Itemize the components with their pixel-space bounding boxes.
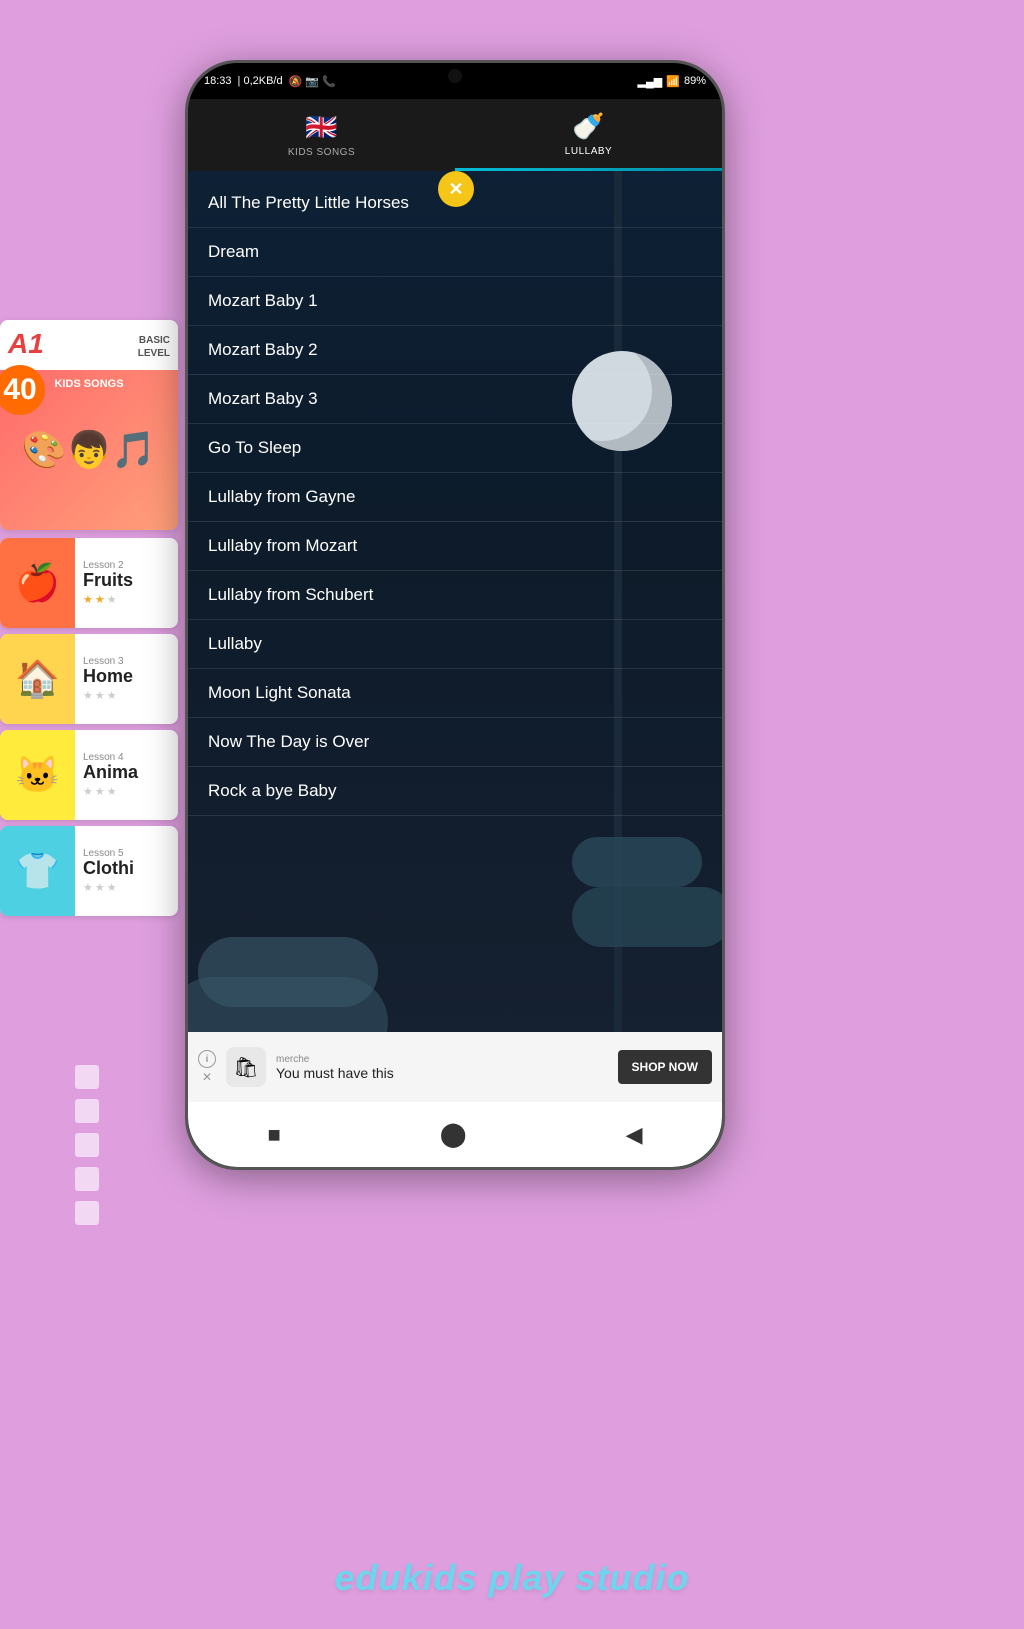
lesson-stars-home: ★ ★ ★: [83, 689, 170, 702]
branding-text: edukids play studio: [0, 1557, 1024, 1599]
phone-frame: 18:33 | 0,2KB/d 🔕 📷 📞 ▂▄▆ 📶 89% 🇬🇧 KIDS …: [185, 60, 725, 1170]
ad-brand-icon: 🛍: [226, 1047, 266, 1087]
song-item-8[interactable]: Lullaby from Schubert: [188, 571, 722, 620]
a1-image-area: 40 KIDS SONGS 🎨👦🎵: [0, 370, 178, 530]
ad-text: merche You must have this: [276, 1054, 608, 1081]
star-3: ★: [107, 785, 117, 798]
star-2: ★: [95, 593, 105, 606]
star-1: ★: [83, 785, 93, 798]
bottom-nav: ■ ⬤ ◀: [188, 1102, 722, 1167]
lesson-stars-clothing: ★ ★ ★: [83, 881, 170, 894]
lesson-info-clothing: Lesson 5 Clothi ★ ★ ★: [75, 842, 178, 900]
close-button[interactable]: ✕: [438, 171, 474, 207]
status-left: 18:33 | 0,2KB/d 🔕 📷 📞: [204, 75, 336, 88]
song-list[interactable]: All The Pretty Little Horses Dream Mozar…: [188, 171, 722, 1067]
kids-songs-icon: 🇬🇧: [305, 112, 337, 143]
song-item-6[interactable]: Lullaby from Gayne: [188, 473, 722, 522]
battery: 89%: [684, 75, 706, 87]
song-item-1[interactable]: Dream: [188, 228, 722, 277]
star-3: ★: [107, 689, 117, 702]
star-3: ★: [107, 881, 117, 894]
lesson-info-fruits: Lesson 2 Fruits ★ ★ ★: [75, 554, 178, 612]
dot-2: [75, 1099, 99, 1123]
a1-level-card[interactable]: A1 BASIC LEVEL 40 KIDS SONGS 🎨👦🎵: [0, 320, 178, 530]
cloud-1: [572, 837, 702, 887]
nav-square-button[interactable]: ■: [267, 1122, 280, 1148]
star-1: ★: [83, 689, 93, 702]
phone-screen: 18:33 | 0,2KB/d 🔕 📷 📞 ▂▄▆ 📶 89% 🇬🇧 KIDS …: [188, 63, 722, 1167]
wifi-icon: 📶: [666, 75, 680, 88]
dot-1: [75, 1065, 99, 1089]
song-item-9[interactable]: Lullaby: [188, 620, 722, 669]
ad-close-icon[interactable]: ✕: [202, 1070, 212, 1084]
lesson-thumb-clothing: 👕: [0, 826, 75, 916]
lesson-card-clothing[interactable]: 👕 Lesson 5 Clothi ★ ★ ★: [0, 826, 178, 916]
song-item-10[interactable]: Moon Light Sonata: [188, 669, 722, 718]
song-item-4[interactable]: Mozart Baby 3: [188, 375, 722, 424]
sidebar: A1 BASIC LEVEL 40 KIDS SONGS 🎨👦🎵 🍎 Lesso…: [0, 320, 178, 922]
ad-bar: i ✕ 🛍 merche You must have this SHOP NOW: [188, 1032, 722, 1102]
status-right: ▂▄▆ 📶 89%: [638, 75, 706, 88]
ad-brand: merche: [276, 1054, 608, 1065]
lesson-card-fruits[interactable]: 🍎 Lesson 2 Fruits ★ ★ ★: [0, 538, 178, 628]
song-list-content: All The Pretty Little Horses Dream Mozar…: [188, 171, 722, 816]
star-2: ★: [95, 881, 105, 894]
tab-lullaby[interactable]: 🍼 LULLABY: [455, 99, 722, 171]
basic-label: BASIC: [138, 334, 170, 347]
signal-bars: ▂▄▆: [638, 75, 663, 88]
dot-3: [75, 1133, 99, 1157]
star-3: ★: [107, 593, 117, 606]
camera-notch: [448, 69, 462, 83]
lesson-thumb-animals: 🐱: [0, 730, 75, 820]
song-item-7[interactable]: Lullaby from Mozart: [188, 522, 722, 571]
lesson-info-animals: Lesson 4 Anima ★ ★ ★: [75, 746, 178, 804]
lesson-card-animals[interactable]: 🐱 Lesson 4 Anima ★ ★ ★: [0, 730, 178, 820]
star-1: ★: [83, 881, 93, 894]
dot-indicators: [75, 1065, 99, 1225]
nav-back-button[interactable]: ◀: [626, 1122, 643, 1148]
lesson-title-home: Home: [83, 667, 170, 687]
song-item-3[interactable]: Mozart Baby 2: [188, 326, 722, 375]
level-label: LEVEL: [138, 347, 170, 360]
cartoon-figures: 🎨👦🎵: [22, 429, 156, 471]
lesson-info-home: Lesson 3 Home ★ ★ ★: [75, 650, 178, 708]
lullaby-icon: 🍼: [572, 111, 604, 142]
lesson-title-animals: Anima: [83, 763, 170, 783]
lesson-title-clothing: Clothi: [83, 859, 170, 879]
tab-kids-songs[interactable]: 🇬🇧 KIDS SONGS: [188, 99, 455, 171]
shop-now-button[interactable]: SHOP NOW: [618, 1050, 712, 1084]
kids-songs-label: KIDS SONGS: [54, 378, 123, 390]
song-item-12[interactable]: Rock a bye Baby: [188, 767, 722, 816]
level-text: BASIC LEVEL: [138, 334, 170, 360]
ad-tagline: You must have this: [276, 1065, 608, 1081]
tab-bar: 🇬🇧 KIDS SONGS 🍼 LULLABY: [188, 99, 722, 171]
ad-info-icon[interactable]: i: [198, 1050, 216, 1068]
lesson-thumb-fruits: 🍎: [0, 538, 75, 628]
song-item-2[interactable]: Mozart Baby 1: [188, 277, 722, 326]
star-1: ★: [83, 593, 93, 606]
dot-5: [75, 1201, 99, 1225]
status-icons: 🔕 📷 📞: [289, 75, 336, 88]
kids-songs-label: KIDS SONGS: [288, 147, 355, 158]
number-badge: 40: [0, 365, 45, 415]
lesson-card-home[interactable]: 🏠 Lesson 3 Home ★ ★ ★: [0, 634, 178, 724]
a1-badge: A1: [8, 328, 44, 360]
star-2: ★: [95, 785, 105, 798]
status-network: | 0,2KB/d: [238, 75, 283, 87]
status-time: 18:33: [204, 75, 232, 87]
status-bar: 18:33 | 0,2KB/d 🔕 📷 📞 ▂▄▆ 📶 89%: [188, 63, 722, 99]
star-2: ★: [95, 689, 105, 702]
lesson-stars-animals: ★ ★ ★: [83, 785, 170, 798]
song-item-5[interactable]: Go To Sleep: [188, 424, 722, 473]
tab-active-indicator: [455, 168, 722, 171]
lesson-title-fruits: Fruits: [83, 571, 170, 591]
song-item-11[interactable]: Now The Day is Over: [188, 718, 722, 767]
nav-home-button[interactable]: ⬤: [440, 1120, 467, 1149]
cloud-2: [572, 887, 722, 947]
ad-left-icons: i ✕: [198, 1050, 216, 1084]
lesson-thumb-home: 🏠: [0, 634, 75, 724]
lesson-stars-fruits: ★ ★ ★: [83, 593, 170, 606]
lullaby-label: LULLABY: [565, 146, 612, 157]
dot-4: [75, 1167, 99, 1191]
